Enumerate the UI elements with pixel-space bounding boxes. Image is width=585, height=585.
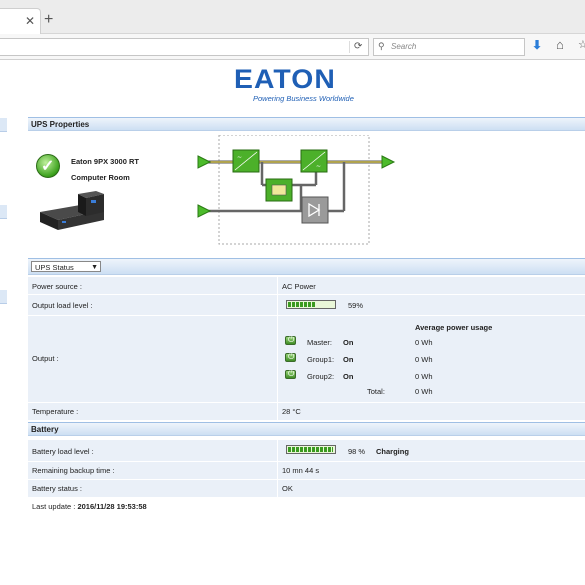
outlet-master-power: 0 Wh bbox=[415, 338, 433, 347]
svg-text:~: ~ bbox=[316, 163, 321, 170]
battery-load-value: 98 % bbox=[348, 447, 366, 456]
address-bar[interactable]: ⟳ bbox=[0, 38, 369, 56]
ups-device-image bbox=[40, 191, 104, 230]
outlet-group1-state: On bbox=[343, 355, 354, 364]
backup-time-label: Remaining backup time : bbox=[32, 466, 115, 475]
temperature-value: 28 °C bbox=[282, 407, 301, 416]
download-icon[interactable]: ⬇ bbox=[532, 38, 542, 52]
outlet-group2-state: On bbox=[343, 372, 354, 381]
reload-icon[interactable]: ⟳ bbox=[349, 41, 362, 53]
search-icon: ⚲ bbox=[378, 41, 385, 51]
outlet-master-state: On bbox=[343, 338, 354, 347]
home-icon[interactable]: ⌂ bbox=[556, 37, 564, 52]
outlet-group1-power: 0 Wh bbox=[415, 355, 433, 364]
sidebar-section-header bbox=[0, 118, 7, 132]
output-load-bar-fill bbox=[288, 302, 315, 307]
battery-load-label: Battery load level : bbox=[32, 447, 94, 456]
outlet-master-icon: ⏻ bbox=[285, 335, 296, 345]
chevron-down-icon: ▼ bbox=[91, 264, 98, 271]
svg-text:~: ~ bbox=[237, 154, 242, 161]
row-battery-load: Battery load level : 98 % Charging bbox=[28, 440, 585, 462]
search-placeholder: Search bbox=[391, 42, 417, 51]
logo-tagline: Powering Business Worldwide bbox=[253, 94, 354, 103]
status-view-select[interactable]: UPS Status ▼ bbox=[31, 261, 101, 272]
row-output-load: Output load level : 59% bbox=[28, 295, 585, 316]
row-battery-status: Battery status : OK bbox=[28, 480, 585, 498]
eaton-logo: EATON Powering Business Worldwide bbox=[234, 66, 354, 104]
output-load-value: 59% bbox=[348, 301, 364, 310]
browser-tab-bar: ✕ + bbox=[0, 0, 585, 34]
temperature-label: Temperature : bbox=[32, 407, 79, 416]
browser-nav-bar: ⟳ ⚲ Search bbox=[0, 34, 585, 60]
output-load-label: Output load level : bbox=[32, 301, 93, 310]
outlet-group1-icon: ⏻ bbox=[285, 352, 296, 362]
outlet-group2-name: Group2: bbox=[307, 372, 335, 381]
output-load-bar bbox=[286, 300, 336, 309]
sidebar-section-header bbox=[0, 205, 7, 219]
outlet-group1-name: Group1: bbox=[307, 355, 335, 364]
battery-header: Battery bbox=[28, 422, 585, 436]
sidebar-section-header bbox=[0, 290, 7, 304]
battery-load-bar-fill bbox=[288, 447, 333, 452]
bookmark-icon[interactable]: ☆ bbox=[578, 38, 585, 51]
battery-status-value: OK bbox=[282, 484, 293, 493]
power-source-value: AC Power bbox=[282, 282, 316, 291]
outlet-master-name: Master: bbox=[307, 338, 333, 347]
row-power-source: Power source : AC Power bbox=[28, 277, 585, 295]
row-temperature: Temperature : 28 °C bbox=[28, 403, 585, 421]
battery-load-bar bbox=[286, 445, 336, 454]
outlet-group2-icon: ⏻ bbox=[285, 369, 296, 379]
power-source-label: Power source : bbox=[32, 282, 83, 291]
ups-model: Eaton 9PX 3000 RT bbox=[71, 157, 139, 166]
battery-charging-status: Charging bbox=[376, 447, 409, 456]
status-view-select-value: UPS Status bbox=[35, 263, 74, 272]
output-label: Output : bbox=[32, 354, 59, 363]
outlet-group2-power: 0 Wh bbox=[415, 372, 433, 381]
logo-wordmark: EATON bbox=[234, 64, 336, 94]
status-ok-icon: ✓ bbox=[36, 154, 60, 178]
total-value: 0 Wh bbox=[415, 387, 433, 396]
row-backup-time: Remaining backup time : 10 mn 44 s bbox=[28, 462, 585, 480]
battery-status-label: Battery status : bbox=[32, 484, 83, 493]
ups-location: Computer Room bbox=[71, 173, 130, 182]
last-update: Last update : 2016/11/28 19:53:58 bbox=[32, 502, 147, 511]
browser-tab[interactable]: ✕ bbox=[0, 8, 41, 34]
last-update-label: Last update : bbox=[32, 502, 78, 511]
last-update-value: 2016/11/28 19:53:58 bbox=[77, 502, 147, 511]
ups-properties-header: UPS Properties bbox=[28, 117, 585, 131]
total-label: Total: bbox=[367, 387, 385, 396]
new-tab-icon[interactable]: + bbox=[44, 12, 53, 28]
ups-status-header bbox=[28, 258, 585, 275]
avg-power-header: Average power usage bbox=[415, 323, 493, 332]
backup-time-value: 10 mn 44 s bbox=[282, 466, 320, 475]
ups-topology-diagram: ~ ~ bbox=[197, 135, 396, 245]
row-output: Output : Average power usage ⏻ Master: O… bbox=[28, 316, 585, 403]
search-input[interactable]: ⚲ Search bbox=[373, 38, 525, 56]
close-tab-icon[interactable]: ✕ bbox=[25, 14, 35, 28]
